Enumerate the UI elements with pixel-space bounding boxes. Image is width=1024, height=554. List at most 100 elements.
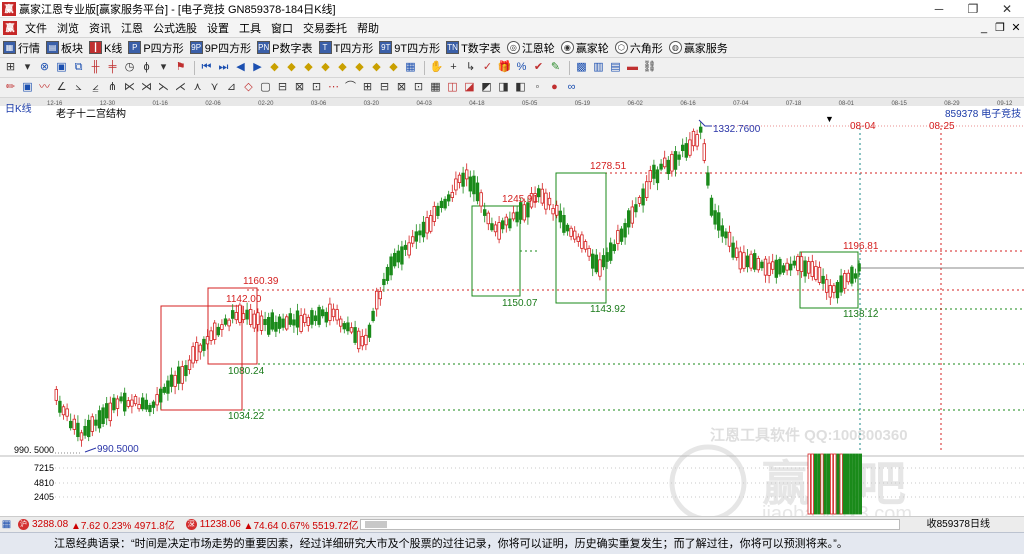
mdi-close-button[interactable]: ✕ [1008, 18, 1024, 38]
fan6-icon[interactable]: ⋏ [190, 80, 205, 95]
screen-icon[interactable]: ▬ [625, 60, 640, 75]
crosshair-icon[interactable]: + [446, 60, 461, 75]
kline-chart[interactable]: 12-16 12-30 01-16 02-06 02-20 03-06 03-20 04-03… [0, 98, 1024, 516]
grid3-icon[interactable]: ⊟ [377, 80, 392, 95]
gift-icon[interactable]: 🎁 [497, 60, 512, 75]
square1-icon[interactable]: ◫ [445, 80, 460, 95]
grid4-icon[interactable]: ⊠ [394, 80, 409, 95]
restore-button[interactable]: ❐ [956, 0, 990, 18]
menu-formula[interactable]: 公式选股 [148, 20, 202, 36]
chart-canvas[interactable]: 12-16 12-30 01-16 02-06 02-20 03-06 03-20 04-03… [0, 98, 1024, 516]
p-table-button[interactable]: PN P数字表 [257, 40, 313, 56]
calendar-icon[interactable]: ▣ [54, 60, 69, 75]
fan2-icon[interactable]: ⋉ [122, 80, 137, 95]
candle-indicator-icon[interactable]: ╪ [105, 60, 120, 75]
scrollbar-thumb[interactable] [365, 521, 387, 528]
fan8-icon[interactable]: ⊿ [224, 80, 239, 95]
next-icon[interactable]: ▶ [250, 60, 265, 75]
menu-gann[interactable]: 江恩 [116, 20, 148, 36]
service-button[interactable]: ◍ 赢家服务 [668, 40, 728, 56]
bar-indicator-icon[interactable]: ╫ [88, 60, 103, 75]
index-2[interactable]: 深 11238.06 ▲74.64 0.67% 5519.72亿 [183, 517, 359, 532]
fib1-icon[interactable]: ⊟ [275, 80, 290, 95]
menu-trade[interactable]: 交易委托 [298, 20, 352, 36]
diamond8-icon[interactable]: ◆ [386, 60, 401, 75]
mdi-restore-button[interactable]: ❐ [992, 18, 1008, 38]
t-square-button[interactable]: T T四方形 [318, 40, 373, 56]
mdi-minimize-button[interactable]: _ [976, 18, 992, 38]
horizontal-scrollbar[interactable] [360, 519, 900, 530]
prev-icon[interactable]: ◀ [233, 60, 248, 75]
arc-icon[interactable]: ⌒ [343, 80, 358, 95]
9t-square-button[interactable]: 9T 9T四方形 [379, 40, 440, 56]
quotes-button[interactable]: ▦ 行情 [3, 40, 40, 56]
ring-icon[interactable]: ● [547, 80, 562, 95]
brush-icon[interactable]: ✎ [548, 60, 563, 75]
fib2-icon[interactable]: ⊠ [292, 80, 307, 95]
fan5-icon[interactable]: ⋌ [173, 80, 188, 95]
target-icon[interactable]: ⊗ [37, 60, 52, 75]
network-icon[interactable]: ⛓ [642, 60, 657, 75]
flag-icon[interactable]: ⚑ [173, 60, 188, 75]
square6-icon[interactable]: ◦ [530, 80, 545, 95]
arrow-icon[interactable]: ↳ [463, 60, 478, 75]
diamond4-icon[interactable]: ◆ [318, 60, 333, 75]
box-icon[interactable]: ▣ [20, 80, 35, 95]
infinity-icon[interactable]: ∞ [564, 80, 579, 95]
percent-icon[interactable]: % [514, 60, 529, 75]
menu-tools[interactable]: 工具 [234, 20, 266, 36]
sectors-button[interactable]: ▤ 板块 [46, 40, 83, 56]
fan-icon[interactable]: ✓ [480, 60, 495, 75]
first-icon[interactable]: ⏮ [199, 60, 214, 75]
menu-settings[interactable]: 设置 [202, 20, 234, 36]
minimize-button[interactable]: ─ [922, 0, 956, 18]
wave-icon[interactable]: 〰 [37, 80, 52, 95]
t-table-button[interactable]: TN T数字表 [446, 40, 501, 56]
check-icon[interactable]: ✔ [531, 60, 546, 75]
index-1[interactable]: 沪 3288.08 ▲7.62 0.23% 4971.8亿 [15, 517, 175, 532]
grid2-icon[interactable]: ⊞ [360, 80, 375, 95]
app-menu-icon[interactable]: 赢 [3, 20, 17, 35]
menu-news[interactable]: 资讯 [84, 20, 116, 36]
last-icon[interactable]: ⏭ [216, 60, 231, 75]
fan1-icon[interactable]: ⋔ [105, 80, 120, 95]
grid5-icon[interactable]: ⊡ [411, 80, 426, 95]
cursor-icon[interactable]: ɸ [139, 60, 154, 75]
square4-icon[interactable]: ◨ [496, 80, 511, 95]
menu-file[interactable]: 文件 [20, 20, 52, 36]
grid-toggle-icon[interactable]: ⊞ [3, 60, 18, 75]
menu-help[interactable]: 帮助 [352, 20, 384, 36]
diamond-tool-icon[interactable]: ◇ [241, 80, 256, 95]
dropdown-arrow-icon[interactable]: ▼ [825, 114, 834, 124]
photo-icon[interactable]: ▩ [574, 60, 589, 75]
menu-window[interactable]: 窗口 [266, 20, 298, 36]
pencil-icon[interactable]: ✏ [3, 80, 18, 95]
fan4-icon[interactable]: ⋋ [156, 80, 171, 95]
9p-square-button[interactable]: 9P 9P四方形 [189, 40, 251, 56]
kline-button[interactable]: ┃ K线 [89, 40, 122, 56]
disk-icon[interactable]: ▤ [608, 60, 623, 75]
box-tool-icon[interactable]: ▢ [258, 80, 273, 95]
hexagon-button[interactable]: ⬡ 六角形 [614, 40, 663, 56]
angle2-icon[interactable]: ⦣ [71, 80, 86, 95]
cycle-icon[interactable]: ⋯ [326, 80, 341, 95]
diamond3-icon[interactable]: ◆ [301, 60, 316, 75]
close-button[interactable]: ✕ [990, 0, 1024, 18]
square3-icon[interactable]: ◩ [479, 80, 494, 95]
indicator-icon[interactable]: ⧉ [71, 60, 86, 75]
p-square-button[interactable]: P P四方形 [128, 40, 184, 56]
fan3-icon[interactable]: ⋊ [139, 80, 154, 95]
dropdown-arrow-icon[interactable]: ▾ [20, 60, 35, 75]
menu-browse[interactable]: 浏览 [52, 20, 84, 36]
diamond7-icon[interactable]: ◆ [369, 60, 384, 75]
winner-wheel-button[interactable]: ◉ 赢家轮 [560, 40, 609, 56]
fib3-icon[interactable]: ⊡ [309, 80, 324, 95]
clock-icon[interactable]: ◷ [122, 60, 137, 75]
table-icon[interactable]: ▦ [403, 60, 418, 75]
diamond5-icon[interactable]: ◆ [335, 60, 350, 75]
diamond6-icon[interactable]: ◆ [352, 60, 367, 75]
grid6-icon[interactable]: ▦ [428, 80, 443, 95]
hand-icon[interactable]: ✋ [429, 60, 444, 75]
fan7-icon[interactable]: ⋎ [207, 80, 222, 95]
status-grid-icon[interactable]: ▦ [0, 518, 13, 531]
